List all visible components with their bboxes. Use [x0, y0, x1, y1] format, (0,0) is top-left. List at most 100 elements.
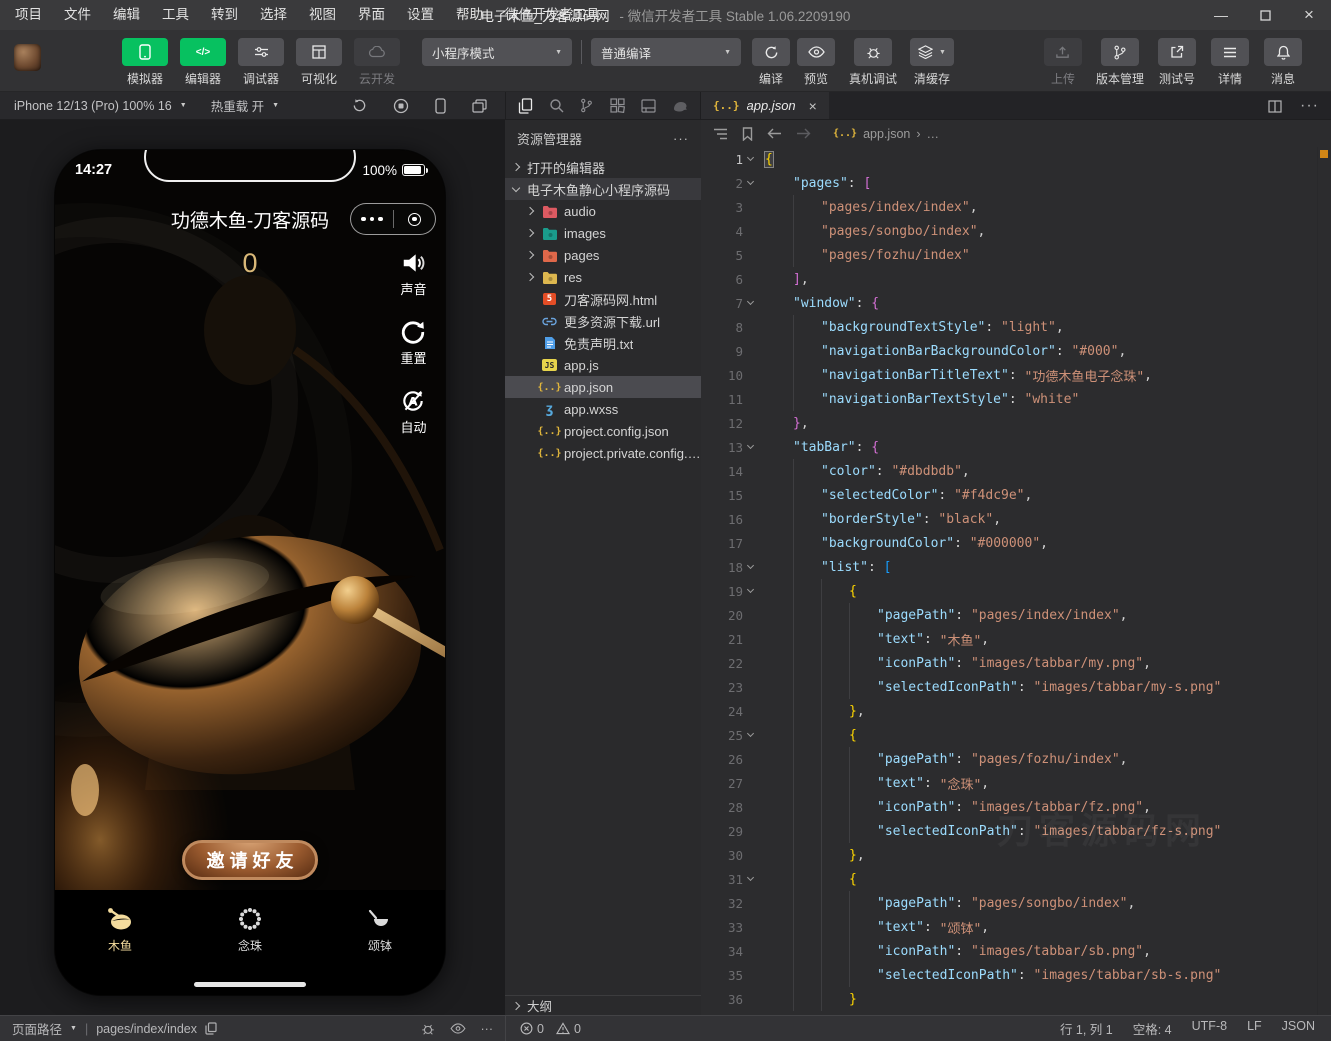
- code-line[interactable]: 32"pagePath": "pages/songbo/index",: [701, 891, 1317, 915]
- status-item[interactable]: 行 1, 列 1: [1060, 1019, 1113, 1038]
- code-line[interactable]: 10"navigationBarTitleText": "功德木鱼电子念珠",: [701, 363, 1317, 387]
- editor-toggle[interactable]: </> 编辑器: [178, 38, 228, 87]
- search-icon[interactable]: [549, 98, 564, 113]
- plugin-icon[interactable]: [672, 99, 688, 112]
- code-line[interactable]: 14"color": "#dbdbdb",: [701, 459, 1317, 483]
- split-editor-icon[interactable]: [1268, 100, 1282, 113]
- code-line[interactable]: 36}: [701, 987, 1317, 1011]
- tree-item[interactable]: {..}project.private.config.js...: [505, 442, 701, 464]
- breadcrumb-more[interactable]: …: [927, 127, 940, 141]
- status-item[interactable]: LF: [1247, 1019, 1262, 1038]
- eye-icon[interactable]: [450, 1023, 466, 1034]
- version-control-button[interactable]: 版本管理: [1096, 38, 1144, 87]
- menu-item[interactable]: 选择: [249, 0, 298, 30]
- visualization-toggle[interactable]: 可视化: [294, 38, 344, 87]
- tree-item[interactable]: 打开的编辑器: [505, 156, 701, 178]
- tree-item[interactable]: pages: [505, 244, 701, 266]
- back-icon[interactable]: [767, 128, 782, 139]
- code-line[interactable]: 21"text": "木鱼",: [701, 627, 1317, 651]
- code-line[interactable]: 8"backgroundTextStyle": "light",: [701, 315, 1317, 339]
- fold-icon[interactable]: [743, 158, 765, 160]
- multi-window-icon[interactable]: [472, 99, 487, 113]
- code-line[interactable]: 13"tabBar": {: [701, 435, 1317, 459]
- tree-item[interactable]: audio: [505, 200, 701, 222]
- code-line[interactable]: 27"text": "念珠",: [701, 771, 1317, 795]
- device-selector[interactable]: iPhone 12/13 (Pro) 100% 16 ▼: [14, 99, 187, 113]
- code-line[interactable]: 16"borderStyle": "black",: [701, 507, 1317, 531]
- cloud-dev-toggle[interactable]: 云开发: [352, 38, 402, 87]
- tree-item[interactable]: 5刀客源码网.html: [505, 288, 701, 310]
- code-line[interactable]: 11"navigationBarTextStyle": "white": [701, 387, 1317, 411]
- menu-item[interactable]: 工具: [151, 0, 200, 30]
- fold-icon[interactable]: [743, 734, 765, 736]
- maximize-button[interactable]: [1243, 0, 1287, 30]
- tree-item[interactable]: images: [505, 222, 701, 244]
- fold-icon[interactable]: [743, 302, 765, 304]
- device-frame-icon[interactable]: [435, 98, 446, 114]
- test-account-button[interactable]: 测试号: [1157, 38, 1197, 87]
- bug-icon[interactable]: [421, 1022, 435, 1036]
- reset-button[interactable]: 重置: [400, 319, 426, 367]
- more-menu-button[interactable]: [351, 217, 393, 222]
- code-line[interactable]: 19{: [701, 579, 1317, 603]
- compile-button[interactable]: 编译: [751, 38, 791, 87]
- panel-layout-icon[interactable]: [641, 99, 656, 113]
- code-line[interactable]: 7"window": {: [701, 291, 1317, 315]
- close-button[interactable]: ×: [1287, 0, 1331, 30]
- copy-icon[interactable]: [205, 1022, 217, 1035]
- status-item[interactable]: JSON: [1282, 1019, 1315, 1038]
- files-icon[interactable]: [518, 98, 533, 114]
- code-line[interactable]: 4"pages/songbo/index",: [701, 219, 1317, 243]
- tree-item[interactable]: 电子木鱼静心小程序源码: [505, 178, 701, 200]
- clear-cache-button[interactable]: ▼ 清缓存: [910, 38, 954, 87]
- messages-button[interactable]: 消息: [1263, 38, 1303, 87]
- forward-icon[interactable]: [796, 128, 811, 139]
- breadcrumb-file[interactable]: app.json: [863, 127, 910, 141]
- code-line[interactable]: 6],: [701, 267, 1317, 291]
- status-item[interactable]: UTF-8: [1192, 1019, 1227, 1038]
- editor-scrollbar[interactable]: [1317, 147, 1331, 1015]
- close-tab-icon[interactable]: ×: [809, 98, 817, 114]
- fold-icon[interactable]: [743, 182, 765, 184]
- tab-woodfish[interactable]: 木鱼: [55, 890, 185, 995]
- fold-icon[interactable]: [743, 446, 765, 448]
- code-line[interactable]: 22"iconPath": "images/tabbar/my.png",: [701, 651, 1317, 675]
- code-line[interactable]: 1{: [701, 147, 1317, 171]
- code-line[interactable]: 34"iconPath": "images/tabbar/sb.png",: [701, 939, 1317, 963]
- tree-item[interactable]: res: [505, 266, 701, 288]
- more-actions-icon[interactable]: ···: [1300, 97, 1319, 115]
- code-line[interactable]: 3"pages/index/index",: [701, 195, 1317, 219]
- tree-item[interactable]: 更多资源下载.url: [505, 310, 701, 332]
- code-line[interactable]: 5"pages/fozhu/index": [701, 243, 1317, 267]
- tree-item[interactable]: {..}app.json: [505, 376, 701, 398]
- source-control-icon[interactable]: [580, 98, 593, 113]
- tab-beads[interactable]: 念珠: [185, 890, 315, 995]
- code-line[interactable]: 35"selectedIconPath": "images/tabbar/sb-…: [701, 963, 1317, 987]
- outline-section[interactable]: 大纲: [505, 995, 701, 1015]
- code-line[interactable]: 31{: [701, 867, 1317, 891]
- fold-icon[interactable]: [743, 590, 765, 592]
- compile-mode-select[interactable]: 普通编译 ▼: [591, 38, 741, 66]
- code-line[interactable]: 15"selectedColor": "#f4dc9e",: [701, 483, 1317, 507]
- problems-summary[interactable]: 0 0: [505, 1016, 595, 1041]
- menu-item[interactable]: 项目: [4, 0, 53, 30]
- fold-icon[interactable]: [743, 566, 765, 568]
- device-debug-button[interactable]: 真机调试: [849, 38, 897, 87]
- code-line[interactable]: 12},: [701, 411, 1317, 435]
- status-item[interactable]: 空格: 4: [1133, 1019, 1172, 1038]
- code-line[interactable]: 9"navigationBarBackgroundColor": "#000",: [701, 339, 1317, 363]
- sound-button[interactable]: 声音: [400, 250, 427, 298]
- avatar[interactable]: [14, 44, 41, 71]
- preview-button[interactable]: 预览: [796, 38, 836, 87]
- code-editor[interactable]: 1{2"pages": [3"pages/index/index",4"page…: [701, 147, 1317, 1015]
- phone-preview[interactable]: 14:27 100% 功德木鱼-刀客源码 0 声音: [55, 150, 445, 995]
- debugger-toggle[interactable]: 调试器: [236, 38, 286, 87]
- tree-item[interactable]: 免责声明.txt: [505, 332, 701, 354]
- code-line[interactable]: 25{: [701, 723, 1317, 747]
- invite-friends-button[interactable]: 邀请好友: [182, 840, 318, 880]
- menu-item[interactable]: 转到: [200, 0, 249, 30]
- code-line[interactable]: 20"pagePath": "pages/index/index",: [701, 603, 1317, 627]
- tree-item[interactable]: ʒapp.wxss: [505, 398, 701, 420]
- page-path-label[interactable]: 页面路径: [12, 1019, 62, 1038]
- tab-app-json[interactable]: {..} app.json ×: [701, 92, 829, 119]
